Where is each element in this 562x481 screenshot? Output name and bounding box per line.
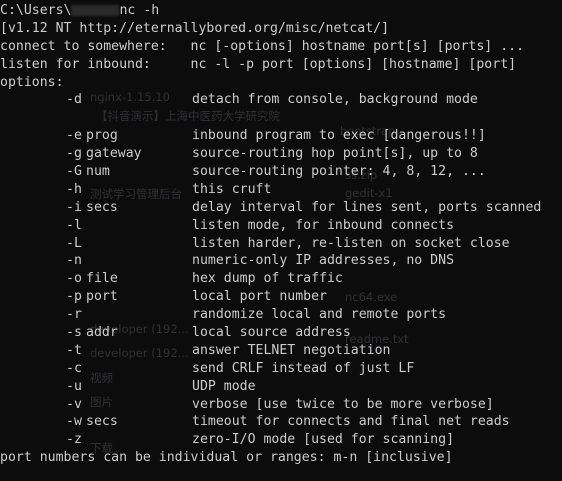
option-flag: -G — [66, 164, 82, 180]
option-description: randomize local and remote ports — [192, 307, 447, 323]
option-argument: file — [86, 271, 118, 287]
option-row: -s addr local source address — [0, 324, 562, 342]
option-row: -h this cruft — [0, 181, 562, 199]
option-description: send CRLF instead of just LF — [192, 360, 415, 376]
option-row: -g gateway source-routing hop point[s], up… — [0, 145, 562, 163]
option-row: -n numeric-only IP addresses, no DNS — [0, 252, 562, 270]
option-description: listen mode, for inbound connects — [192, 217, 455, 233]
option-row: -d detach from console, background mode — [0, 91, 562, 109]
usage-listen-text: listen for inbound: nc -l -p port [optio… — [0, 56, 517, 72]
option-description: this cruft — [192, 181, 272, 197]
redacted-username — [71, 4, 120, 16]
option-description: numeric-only IP addresses, no DNS — [192, 253, 455, 269]
option-row: -z zero-I/O mode [used for scanning] — [0, 431, 562, 449]
footer-text: port numbers can be individual or ranges… — [0, 450, 453, 466]
option-flag: -r — [66, 307, 82, 323]
option-description: timeout for connects and final net reads — [192, 414, 510, 430]
option-description: delay interval for lines sent, ports sca… — [192, 199, 542, 215]
option-row: -c send CRLF instead of just LF — [0, 360, 562, 378]
option-argument: num — [86, 164, 110, 180]
option-description: detach from console, background mode — [192, 92, 478, 108]
option-argument: gateway — [86, 146, 142, 162]
option-flag: -p — [66, 289, 82, 305]
option-row: -v verbose [use twice to be more verbose] — [0, 396, 562, 414]
option-description: zero-I/O mode [used for scanning] — [192, 432, 455, 448]
option-row: -i secs delay interval for lines sent, por… — [0, 199, 562, 217]
version-text: [v1.12 NT http://eternallybored.org/misc… — [0, 20, 390, 36]
option-flag: -d — [66, 92, 82, 108]
command-prompt-line: C:\Users\ nc -h — [0, 2, 562, 20]
terminal-output: C:\Users\ nc -h [v1.12 NT http://eternall… — [0, 2, 562, 467]
option-flag: -o — [66, 271, 82, 287]
options-heading-line: options: — [0, 74, 562, 92]
option-row: -p port local port number — [0, 288, 562, 306]
option-row: -o file hex dump of traffic — [0, 270, 562, 288]
option-flag: -v — [66, 396, 82, 412]
options-heading: options: — [0, 74, 64, 90]
option-description: verbose [use twice to be more verbose] — [192, 396, 494, 412]
option-argument: prog — [86, 128, 118, 144]
option-row: -u UDP mode — [0, 378, 562, 396]
option-flag: -s — [66, 325, 82, 341]
option-description: answer TELNET negotiation — [192, 342, 391, 358]
option-argument: secs — [86, 199, 118, 215]
option-description: source-routing hop point[s], up to 8 — [192, 146, 478, 162]
option-row — [0, 109, 562, 127]
option-argument: addr — [86, 325, 118, 341]
option-row: -L listen harder, re-listen on socket clo… — [0, 235, 562, 253]
option-flag: -w — [66, 414, 82, 430]
option-row: -e prog inbound program to exec [dangerous… — [0, 127, 562, 145]
option-flag: -l — [66, 217, 82, 233]
option-flag: -z — [66, 432, 82, 448]
option-description: listen harder, re-listen on socket close — [192, 235, 510, 251]
version-line: [v1.12 NT http://eternallybored.org/misc… — [0, 20, 562, 38]
option-row: -w secs timeout for connects and final net… — [0, 413, 562, 431]
option-description: inbound program to exec [dangerous!!] — [192, 128, 486, 144]
footer-line: port numbers can be individual or ranges… — [0, 449, 562, 467]
option-flag: -L — [66, 235, 82, 251]
option-description: hex dump of traffic — [192, 271, 343, 287]
usage-connect-line: connect to somewhere: nc [-options] host… — [0, 38, 562, 56]
option-flag: -u — [66, 378, 82, 394]
option-description: local source address — [192, 325, 351, 341]
option-flag: -e — [66, 128, 82, 144]
option-flag: -c — [66, 360, 82, 376]
usage-connect-text: connect to somewhere: nc [-options] host… — [0, 38, 525, 54]
option-description: source-routing pointer: 4, 8, 12, ... — [192, 164, 486, 180]
option-flag: -n — [66, 253, 82, 269]
option-row: -G num source-routing pointer: 4, 8, 12, .… — [0, 163, 562, 181]
prompt-path: C:\Users\ — [0, 3, 72, 18]
usage-listen-line: listen for inbound: nc -l -p port [optio… — [0, 56, 562, 74]
option-flag: -h — [66, 181, 82, 197]
option-row: -r randomize local and remote ports — [0, 306, 562, 324]
terminal-window[interactable]: nginx-1.15.10 【抖音演示】上海中医药大学研究院 bootstrap… — [0, 0, 562, 481]
option-argument: secs — [86, 414, 118, 430]
option-description: local port number — [192, 289, 327, 305]
option-flag: -t — [66, 342, 82, 358]
option-row: -l listen mode, for inbound connects — [0, 217, 562, 235]
option-flag: -g — [66, 146, 82, 162]
option-row: -t answer TELNET negotiation — [0, 342, 562, 360]
option-flag: -i — [66, 199, 82, 215]
option-description: UDP mode — [192, 378, 256, 394]
option-argument: port — [86, 289, 118, 305]
prompt-command: nc -h — [119, 3, 160, 18]
